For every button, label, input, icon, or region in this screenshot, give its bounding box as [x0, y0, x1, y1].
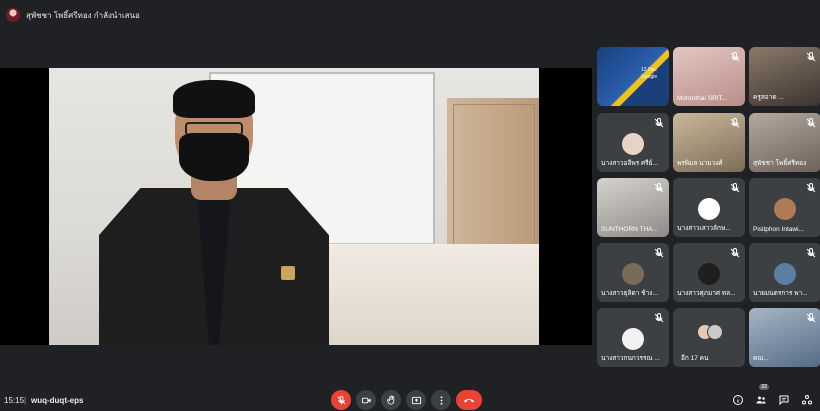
participant-avatar	[622, 133, 644, 155]
raise-hand-icon	[386, 395, 394, 405]
participant-avatar	[698, 263, 720, 285]
mic-off-icon	[806, 247, 816, 258]
participant-avatar	[622, 328, 644, 350]
mic-off-icon	[730, 51, 740, 62]
participant-name: ครูสอาด ...	[753, 94, 784, 101]
mic-off-icon	[730, 182, 740, 193]
table	[299, 244, 539, 345]
mic-off-icon	[654, 117, 664, 128]
participant-avatar	[774, 198, 796, 220]
participant-tile[interactable]: คณ...	[749, 308, 820, 367]
presenter-avatar	[6, 8, 20, 22]
participant-tile[interactable]: นางสาวเสาวลักษ...	[673, 178, 745, 237]
more-icon	[440, 395, 442, 405]
participant-tile[interactable]: นางสาวธุลิดา ช้าง...	[597, 243, 669, 302]
more-avatars	[697, 324, 723, 340]
participant-tile[interactable]: Pisitphon Intawi...	[749, 178, 820, 237]
raise-hand-button[interactable]	[381, 390, 401, 410]
present-button[interactable]	[406, 390, 426, 410]
participant-avatar	[698, 198, 720, 220]
more-participants-tile[interactable]: อีก 17 คน	[673, 308, 745, 367]
participant-name: Pisitphon Intawi...	[753, 226, 804, 233]
mic-off-icon	[654, 247, 664, 258]
participant-avatar	[774, 263, 796, 285]
meeting-time: 15:15	[4, 396, 25, 405]
mic-toggle-button[interactable]	[331, 390, 351, 410]
activities-icon[interactable]	[801, 394, 813, 406]
participant-name: นางสาวกนกวรรณ ...	[601, 355, 660, 362]
main-stage	[0, 68, 592, 345]
participant-tile[interactable]: SUNTHORN THA...	[597, 178, 669, 237]
camera-icon	[361, 397, 371, 403]
participant-name: นางสาวธุลิดา ช้าง...	[601, 290, 658, 297]
leave-call-button[interactable]	[456, 390, 482, 410]
participant-name: Monruthai SRIT...	[677, 95, 728, 102]
slide-line: Google	[641, 73, 658, 80]
participant-tile[interactable]: 13 Dec Google	[597, 47, 669, 106]
hair	[173, 80, 255, 118]
slide-line: 13 Dec	[641, 67, 657, 73]
end-call-icon	[463, 398, 475, 403]
mic-off-icon	[654, 182, 664, 193]
participant-name: สุพัชชา โพธิ์ศรีทอง	[753, 160, 807, 167]
participant-grid: 13 Dec Google Monruthai SRIT... ครูสอาด …	[597, 47, 820, 369]
mic-off-icon	[730, 247, 740, 258]
participant-tile[interactable]: ครูสอาด ...	[749, 47, 820, 106]
participant-tile[interactable]: นางสาวศุภมาศ ทล...	[673, 243, 745, 302]
participant-name: นางสาวศุภมาศ ทล...	[677, 290, 736, 297]
presenter-person	[99, 78, 329, 345]
more-participants-label: อีก 17 คน	[681, 355, 709, 362]
mic-off-icon	[337, 395, 345, 405]
presentation-video[interactable]	[49, 68, 539, 345]
participant-name: พรพิมล นามวงศ์	[677, 160, 723, 167]
mic-off-icon	[730, 117, 740, 128]
presenter-text: สุพัชชา โพธิ์ศรีทอง กำลังนำเสนอ	[26, 10, 140, 20]
participant-tile[interactable]: นางสาวกนกวรรณ ...	[597, 308, 669, 367]
participant-tile[interactable]: สุพัชชา โพธิ์ศรีทอง	[749, 113, 820, 172]
mic-off-icon	[654, 312, 664, 323]
people-icon[interactable]	[755, 394, 767, 406]
bottom-bar: 15:15 | wuq-duqt-eps 32	[0, 384, 820, 411]
info-icon[interactable]	[732, 394, 744, 406]
mic-off-icon	[806, 51, 816, 62]
participant-tile[interactable]: Monruthai SRIT...	[673, 47, 745, 106]
participant-name: นางสาวอลีพร ศรีย์...	[601, 160, 658, 167]
participant-name: คณ...	[753, 355, 769, 362]
suit-emblem	[281, 266, 295, 280]
mic-off-icon	[806, 312, 816, 323]
participant-name: นางสาวเสาวลักษ...	[677, 225, 731, 232]
chat-icon[interactable]	[778, 394, 790, 406]
participant-name: นายมนตรการ พา...	[753, 290, 808, 297]
participant-avatar	[622, 263, 644, 285]
face-mask	[179, 133, 249, 181]
camera-toggle-button[interactable]	[356, 390, 376, 410]
participant-tile[interactable]: นายมนตรการ พา...	[749, 243, 820, 302]
top-bar: สุพัชชา โพธิ์ศรีทอง กำลังนำเสนอ	[0, 0, 820, 28]
meeting-code: wuq-duqt-eps	[31, 396, 84, 405]
mic-off-icon	[806, 117, 816, 128]
more-options-button[interactable]	[431, 390, 451, 410]
participant-tile[interactable]: พรพิมล นามวงศ์	[673, 113, 745, 172]
slide-text: 13 Dec Google	[641, 67, 657, 80]
present-icon	[411, 396, 421, 404]
presenter-chip: สุพัชชา โพธิ์ศรีทอง กำลังนำเสนอ	[6, 6, 140, 24]
participant-tile[interactable]: นางสาวอลีพร ศรีย์...	[597, 113, 669, 172]
people-count-badge: 32	[759, 384, 770, 390]
participant-name: SUNTHORN THA...	[601, 226, 658, 233]
time-separator: |	[24, 396, 27, 405]
mic-off-icon	[806, 182, 816, 193]
participant-avatar	[707, 324, 723, 340]
